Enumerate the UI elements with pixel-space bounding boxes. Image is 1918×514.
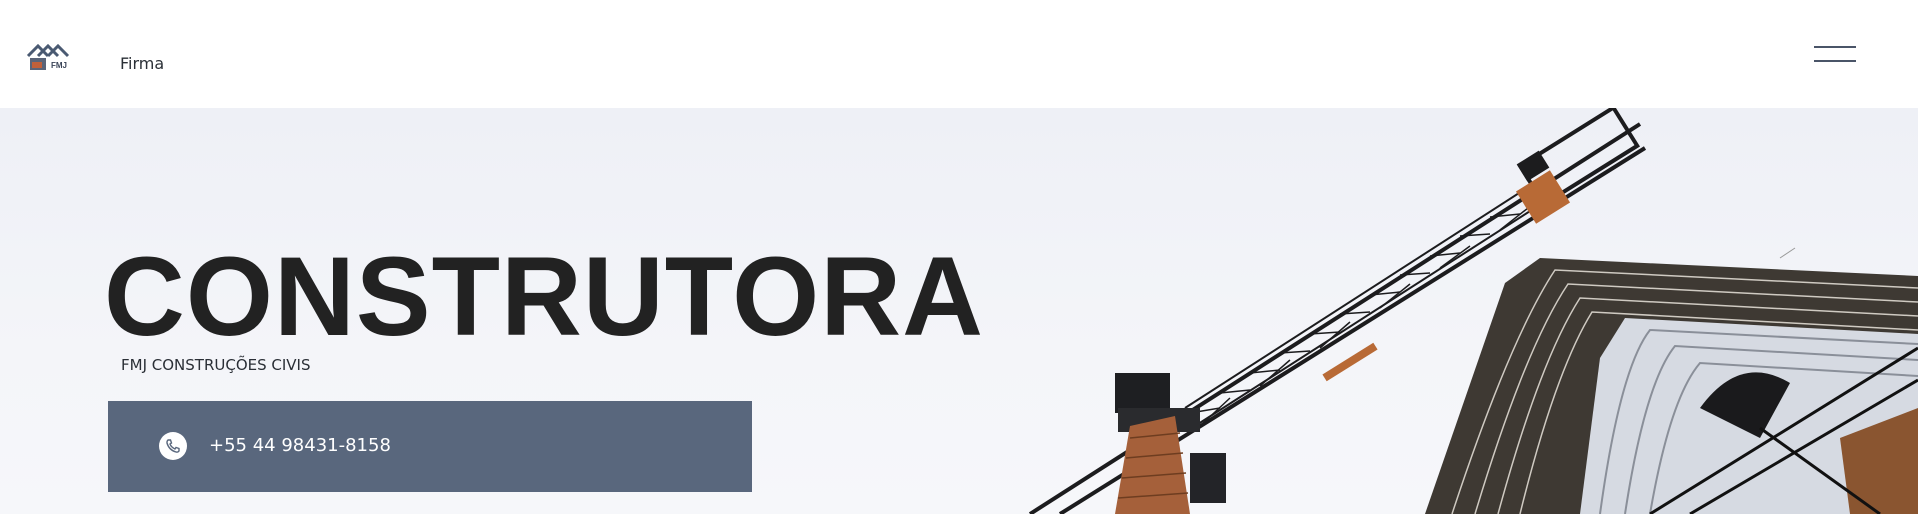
- hamburger-menu-icon[interactable]: [1814, 44, 1856, 66]
- hero-section: CONSTRUTORA FMJ CONSTRUÇÕES CIVIS +55 44…: [0, 108, 1918, 514]
- phone-contact-button[interactable]: +55 44 98431-8158: [108, 401, 752, 492]
- company-logo-icon: FMJ: [26, 43, 70, 70]
- menu-line: [1814, 46, 1856, 48]
- logo-text: FMJ: [51, 61, 67, 70]
- hero-subtitle: FMJ CONSTRUÇÕES CIVIS: [121, 356, 311, 374]
- phone-number: +55 44 98431-8158: [209, 435, 391, 456]
- nav-link-firma[interactable]: Firma: [120, 54, 164, 73]
- company-logo[interactable]: FMJ: [26, 42, 76, 74]
- site-header: FMJ Firma: [0, 0, 1918, 108]
- phone-icon: [159, 432, 187, 460]
- hero-title: CONSTRUTORA: [104, 234, 985, 359]
- menu-line: [1814, 60, 1856, 62]
- crane-machinery: [1115, 373, 1170, 413]
